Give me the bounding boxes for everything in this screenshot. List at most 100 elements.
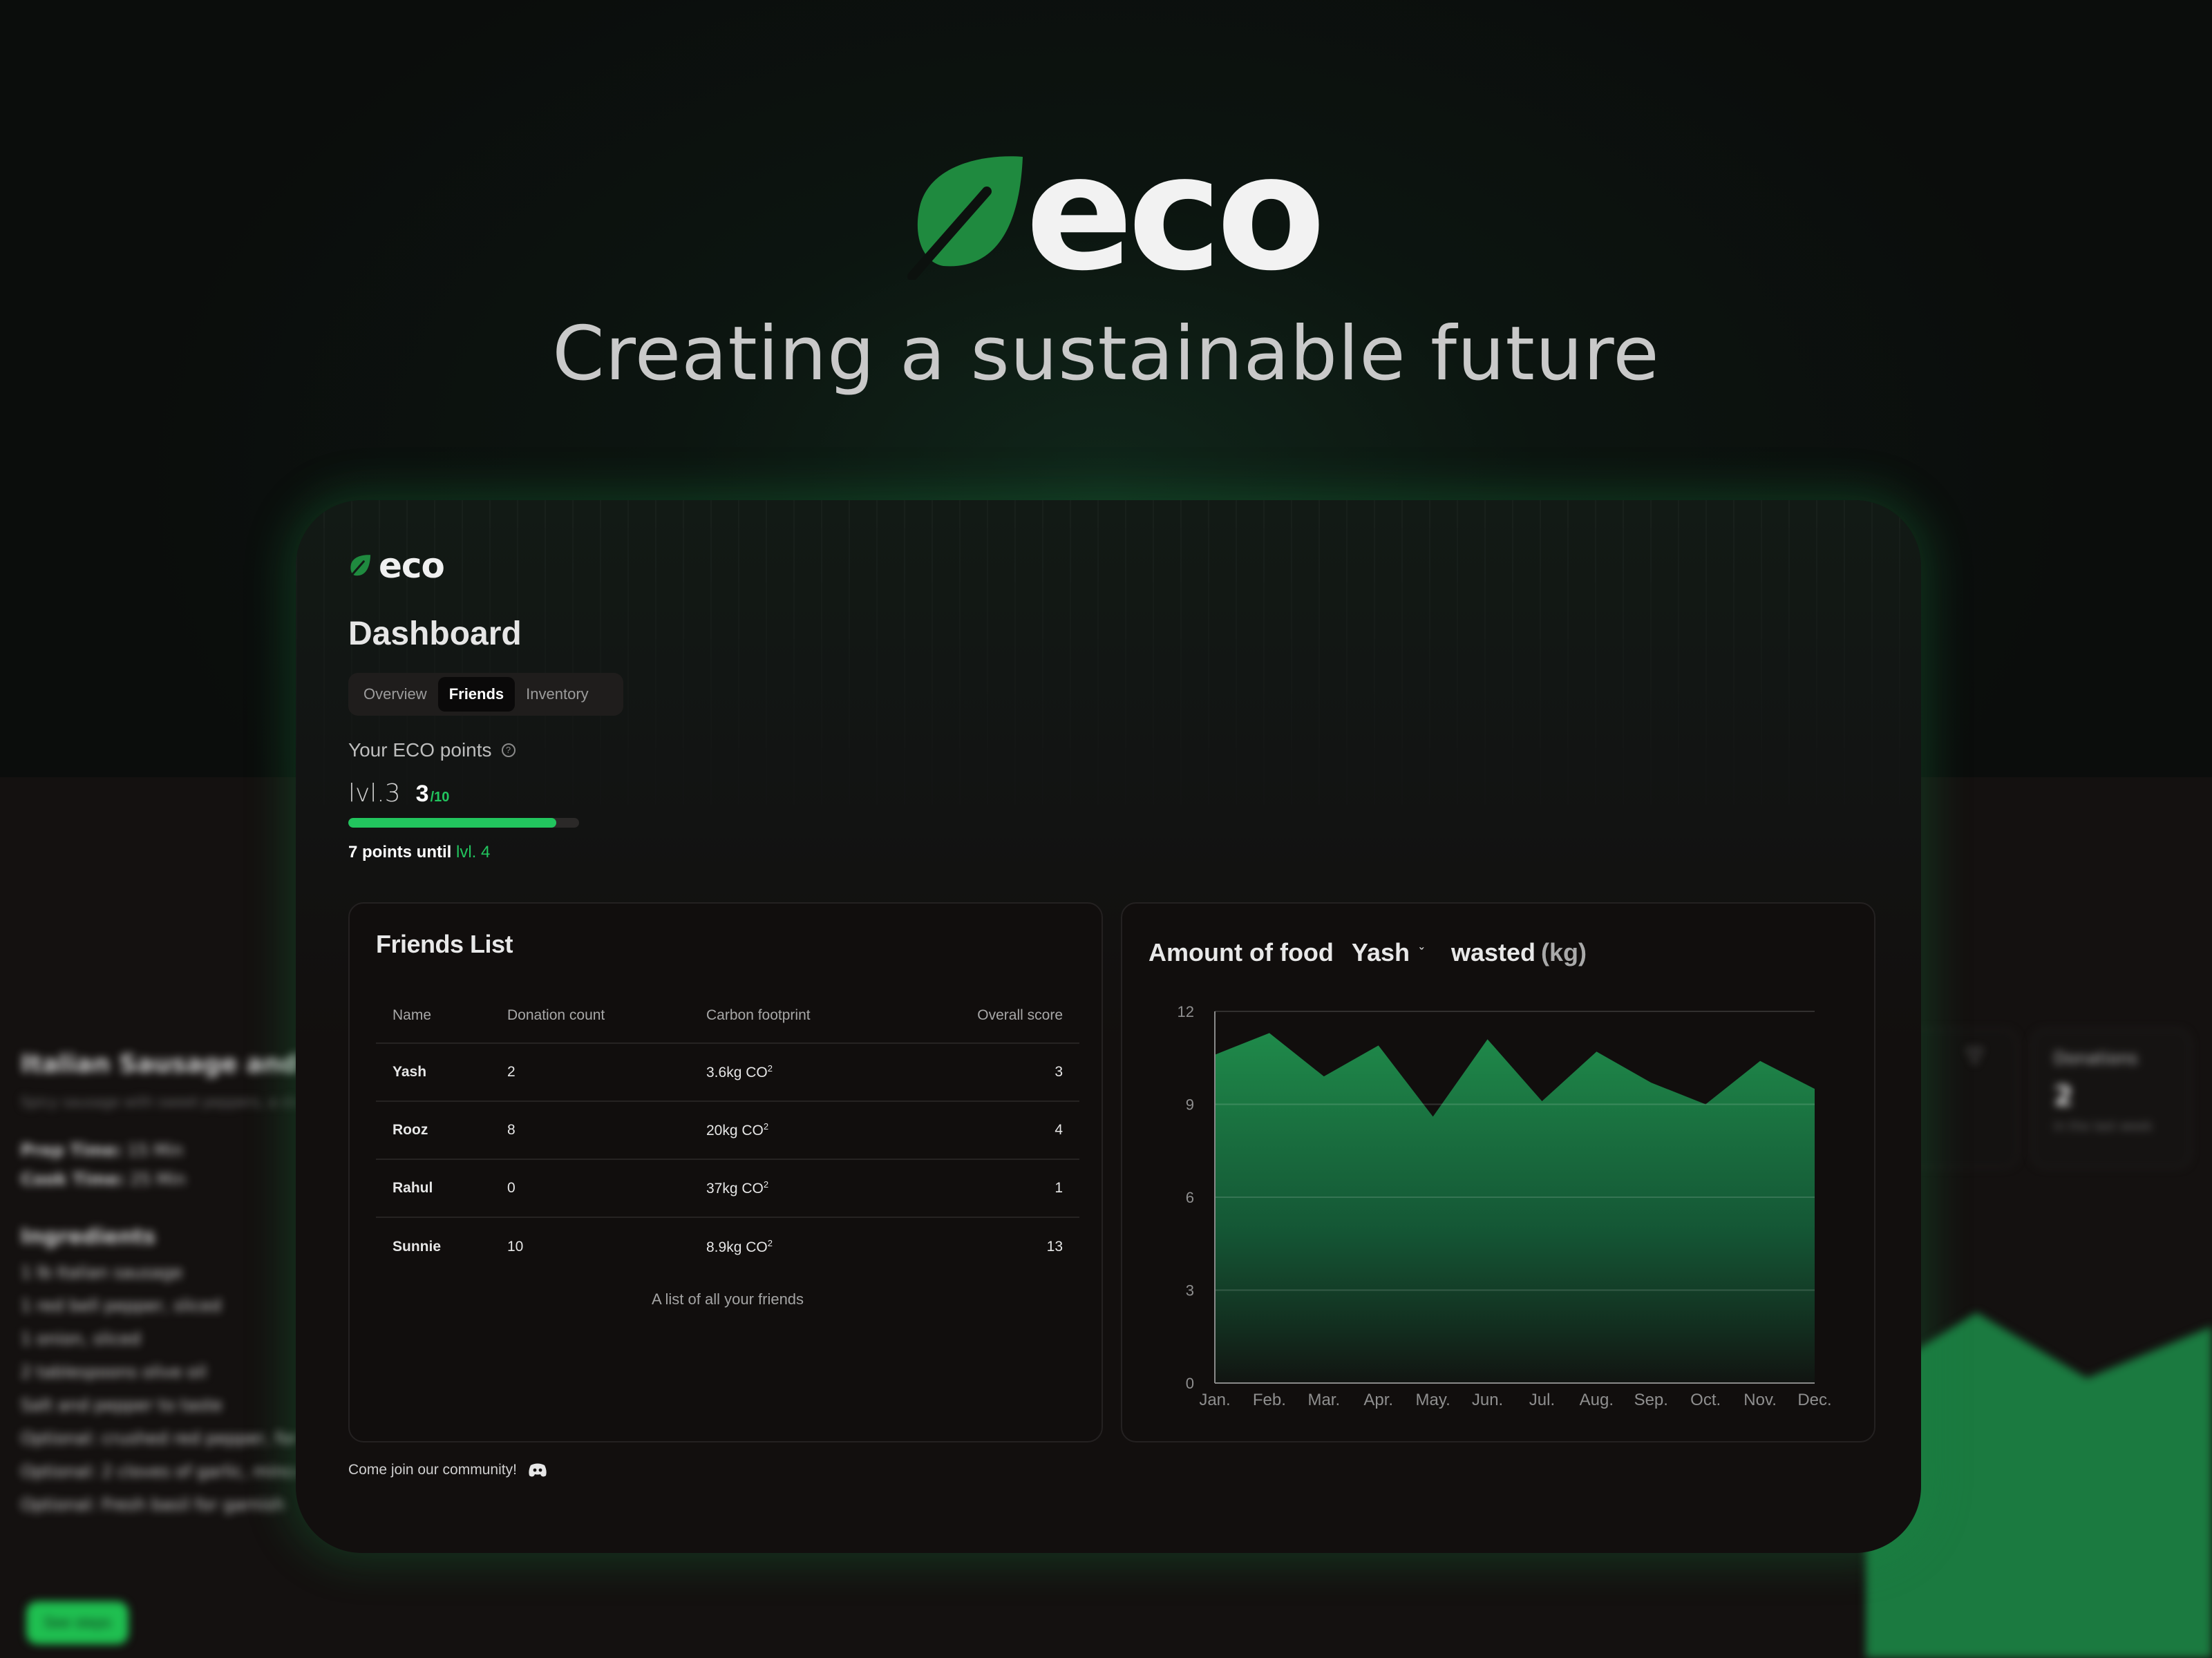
- ingredient-item: Salt and pepper to taste: [21, 1395, 223, 1415]
- ingredient-item: Optional: crushed red pepper, for heat: [21, 1429, 297, 1448]
- friend-name: Rooz: [376, 1101, 491, 1160]
- x-tick-label: Jan.: [1199, 1391, 1230, 1409]
- community-footer: Come join our community!: [348, 1462, 547, 1478]
- co2-superscript: 2: [767, 1063, 773, 1074]
- friend-donations: 2: [491, 1043, 690, 1102]
- food-waste-area-chart: 0 3 6 9 12 Jan. Feb. Mar. Apr. May. Jun. Jul. Aug. Se…: [1178, 1003, 1832, 1409]
- hero-brand: eco: [1025, 122, 1325, 306]
- friend-donations: 0: [491, 1159, 690, 1218]
- friend-score: 1: [900, 1159, 1079, 1218]
- co2-superscript: 2: [767, 1237, 773, 1248]
- tab-bar: Overview Friends Inventory: [348, 673, 623, 716]
- area-series-yash: [1215, 1033, 1815, 1383]
- leaf-icon: [348, 555, 371, 578]
- table-row: Sunnie 10 8.9kg CO2 13: [376, 1217, 1079, 1275]
- recipe-prep-time: Prep Time: 15 Min: [21, 1141, 184, 1160]
- see-steps-button[interactable]: See steps: [26, 1601, 129, 1644]
- hero-logo: eco: [905, 122, 1325, 306]
- ingredient-item: 1 onion, sliced: [21, 1329, 141, 1349]
- friend-score: 13: [1046, 1238, 1063, 1255]
- level-progress-bar: [348, 818, 579, 828]
- points-current: 3: [415, 781, 429, 807]
- x-tick-label: Aug.: [1580, 1391, 1614, 1409]
- community-text: Come join our community!: [348, 1462, 517, 1478]
- donations-sub: in the last week: [2054, 1119, 2153, 1134]
- table-row: Rahul 0 37kg CO2 1: [376, 1159, 1079, 1218]
- eco-points-label: Your ECO points ?: [348, 739, 516, 761]
- ingredient-item: Optional: Fresh basil for garnish: [21, 1495, 285, 1514]
- help-icon[interactable]: ?: [501, 743, 516, 757]
- co2-superscript: 2: [763, 1179, 769, 1190]
- recipe-ingredients-heading: Ingredients: [21, 1225, 155, 1249]
- column-overall-score: Overall score: [900, 988, 1079, 1044]
- app-logo[interactable]: eco: [348, 546, 445, 586]
- column-name: Name: [376, 988, 491, 1044]
- friend-footprint: 37kg CO2: [690, 1159, 901, 1218]
- x-tick-label: Jun.: [1472, 1391, 1503, 1409]
- column-carbon-footprint: Carbon footprint: [690, 988, 901, 1044]
- x-tick-label: Feb.: [1253, 1391, 1286, 1409]
- friend-footprint: 8.9kg CO2: [706, 1237, 773, 1255]
- chevron-down-icon: ˇ: [1419, 945, 1424, 960]
- y-tick-label: 9: [1186, 1096, 1194, 1114]
- friends-list-panel: Friends List Name Donation count Carbon …: [348, 902, 1103, 1442]
- recipe-title: Italian Sausage and Peppers: [21, 1050, 297, 1078]
- y-tick-label: 12: [1178, 1003, 1194, 1020]
- x-tick-label: Dec.: [1797, 1391, 1831, 1409]
- x-tick-label: Oct.: [1690, 1391, 1721, 1409]
- friend-name: Rahul: [376, 1159, 491, 1218]
- level-progress-fill: [348, 818, 556, 828]
- friend-donations: 8: [491, 1101, 690, 1160]
- x-tick-label: Mar.: [1307, 1391, 1340, 1409]
- column-donation-count: Donation count: [491, 988, 690, 1044]
- next-level: lvl. 4: [456, 843, 491, 861]
- ingredient-item: Optional: 2 cloves of garlic, minced: [21, 1462, 297, 1481]
- food-waste-chart-panel: 0 3 6 9 12 Jan. Feb. Mar. Apr. May. Jun. Jul. Aug. Se…: [1121, 902, 1875, 1442]
- tab-inventory[interactable]: Inventory: [515, 677, 600, 712]
- friends-caption: A list of all your friends: [651, 1290, 804, 1308]
- co2-superscript: 2: [763, 1121, 769, 1132]
- table-row: Yash 2 3.6kg CO2 3: [376, 1043, 1079, 1102]
- friend-footprint: 3.6kg CO2: [690, 1043, 901, 1102]
- x-tick-label: Sep.: [1634, 1391, 1668, 1409]
- eco-points-label-text: Your ECO points: [348, 739, 492, 761]
- donations-value: 2: [2054, 1080, 2073, 1112]
- ingredient-item: 2 tablespoons olive oil: [21, 1362, 207, 1382]
- level-row: lvl.3 3 /10: [348, 779, 449, 808]
- friend-name: Yash: [376, 1043, 491, 1102]
- leaf-icon: [907, 156, 1023, 280]
- recipe-subtitle: Spicy sausage with sweet peppers, a clas…: [21, 1094, 297, 1110]
- tab-overview[interactable]: Overview: [352, 677, 438, 712]
- tab-friends[interactable]: Friends: [437, 677, 516, 712]
- friend-name: Sunnie: [393, 1238, 442, 1255]
- page-title: Dashboard: [348, 616, 522, 652]
- ingredient-item: 1 lb Italian sausage: [21, 1263, 183, 1282]
- table-row: Rooz 8 20kg CO2 4: [376, 1101, 1079, 1160]
- recipe-cook-time: Cook Time: 25 Min: [21, 1170, 186, 1189]
- friends-list-title: Friends List: [376, 930, 513, 958]
- level-text: lvl.3: [348, 779, 401, 808]
- user-select[interactable]: Yash ˇ: [1352, 938, 1424, 967]
- chart-header: Amount of food Yash ˇ wasted (kg): [1148, 938, 1587, 967]
- y-tick-label: 0: [1186, 1375, 1194, 1392]
- friends-table: Name Donation count Carbon footprint Ove…: [376, 988, 1079, 1275]
- friend-footprint: 20kg CO2: [690, 1101, 901, 1160]
- shield-icon: ▽: [1967, 1044, 1983, 1067]
- user-select-value: Yash: [1351, 938, 1410, 966]
- donations-label: Donations: [2054, 1049, 2138, 1068]
- backdrop-recipe-panel: Italian Sausage and Peppers Spicy sausag…: [21, 1050, 311, 1514]
- dashboard-window: eco Dashboard Overview Friends Inventory…: [296, 500, 1921, 1553]
- friend-score: 4: [900, 1101, 1079, 1160]
- points-until-next-level: 7 points until lvl. 4: [348, 843, 491, 861]
- y-tick-label: 3: [1186, 1282, 1194, 1299]
- discord-icon[interactable]: [528, 1462, 547, 1478]
- x-tick-label: Nov.: [1743, 1391, 1777, 1409]
- x-tick-label: Jul.: [1529, 1391, 1555, 1409]
- chart-title-suffix: wasted: [1450, 938, 1536, 966]
- points-max: /10: [430, 790, 450, 805]
- friend-donations: 10: [507, 1238, 524, 1255]
- x-tick-label: Apr.: [1363, 1391, 1393, 1409]
- x-tick-label: May.: [1416, 1391, 1450, 1409]
- hero-tagline: Creating a sustainable future: [552, 311, 1660, 397]
- donations-card: Donations 2 in the last week: [2032, 1029, 2191, 1168]
